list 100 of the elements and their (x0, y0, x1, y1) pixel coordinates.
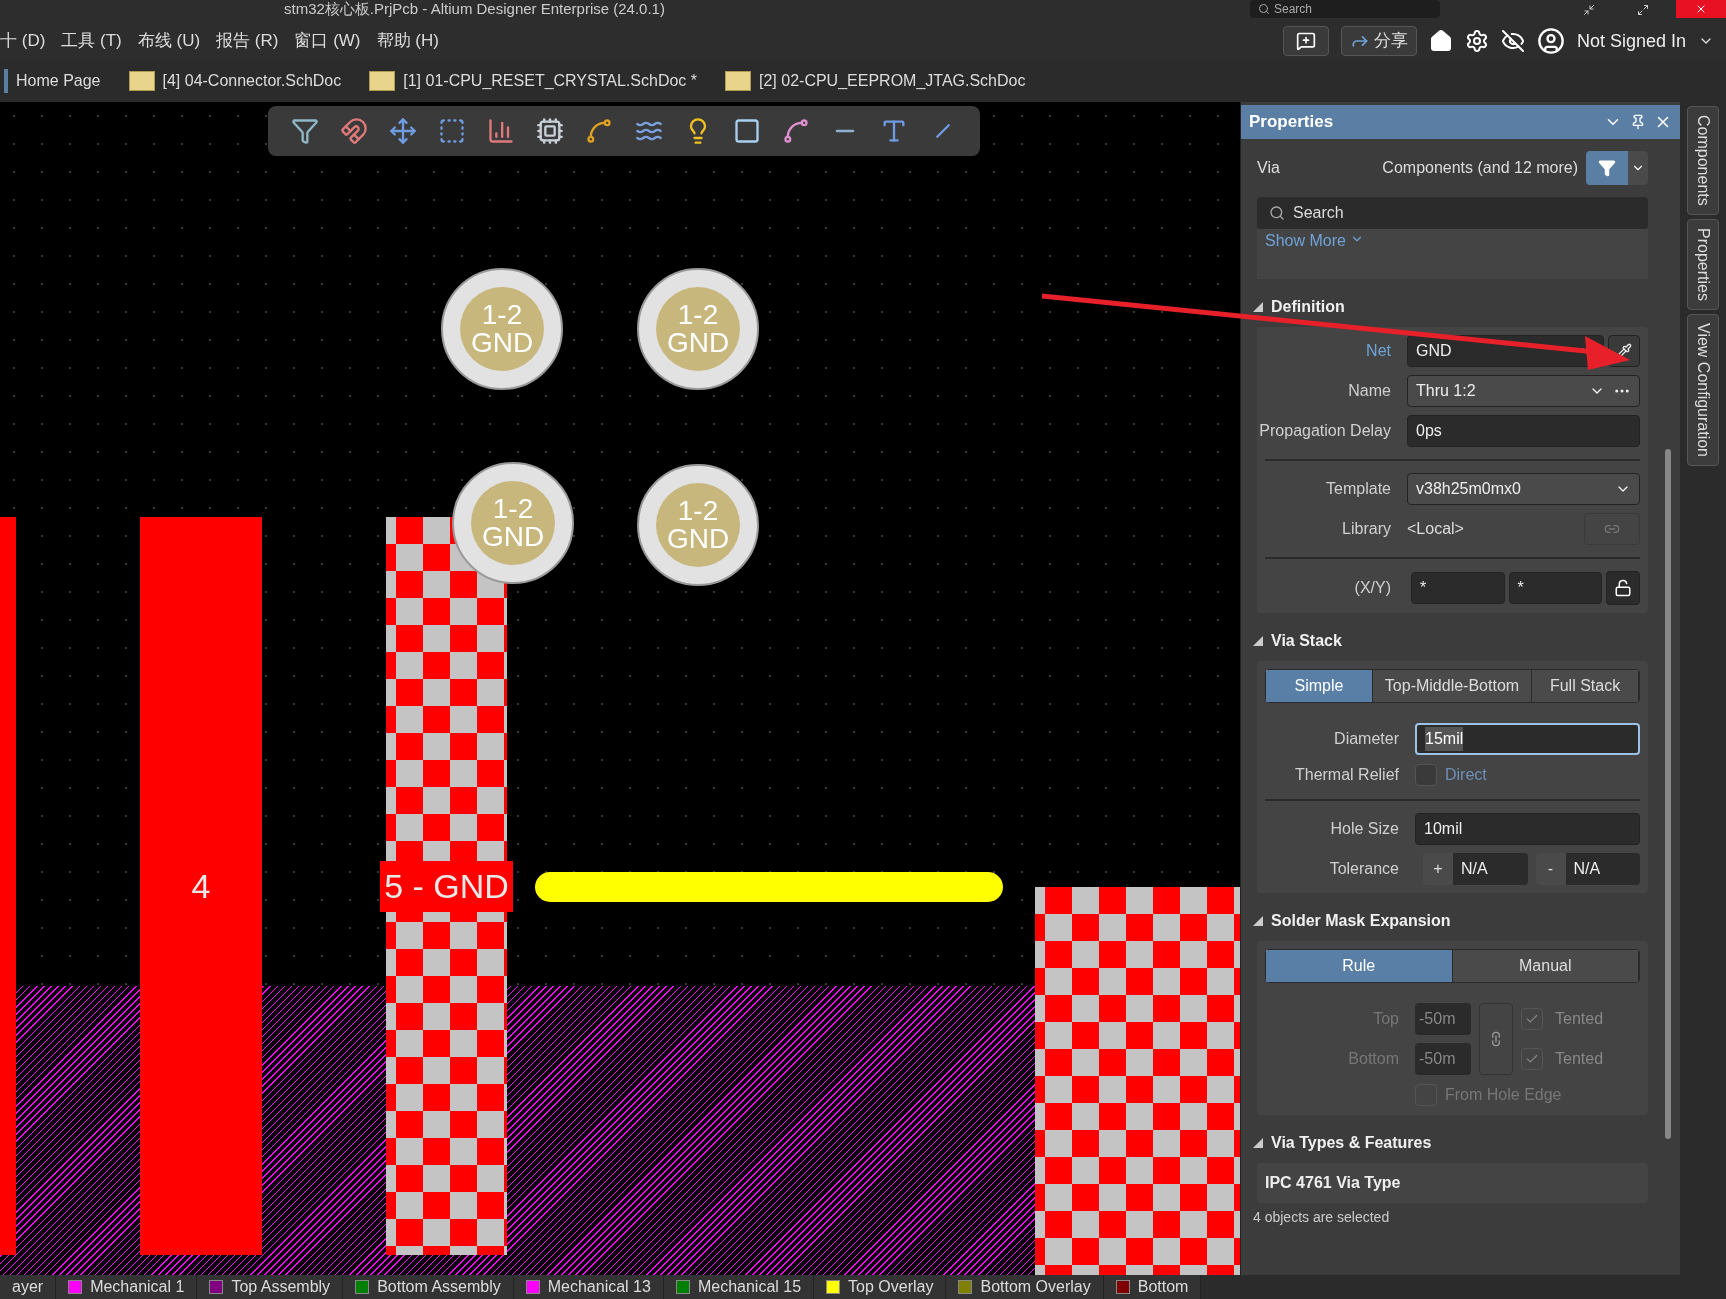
tented-label: Tented (1555, 1009, 1604, 1029)
menu-item[interactable]: 十 (D) (0, 28, 46, 54)
layer-tab[interactable]: Top Overlay (814, 1275, 947, 1299)
field-label: Net (1366, 342, 1391, 359)
layer-tab[interactable]: Mechanical 13 (513, 1275, 664, 1299)
field-label: IPC 4761 Via Type (1265, 1174, 1401, 1191)
template-dropdown[interactable]: v38h25m0mx0 (1407, 473, 1640, 505)
filter-button[interactable] (1586, 151, 1628, 185)
link-values-button[interactable] (1479, 1003, 1513, 1075)
expansion-field[interactable]: -50m (1415, 1003, 1471, 1035)
field-label: (X/Y) (1354, 579, 1391, 596)
name-dropdown[interactable]: Thru 1:2 (1407, 375, 1640, 407)
hole-size-field[interactable]: 10mil (1415, 813, 1640, 845)
menu-item[interactable]: 窗口 (W) (294, 28, 361, 54)
select-rectangle-icon[interactable] (438, 117, 466, 145)
document-tab[interactable]: [2] 02-CPU_EEPROM_JTAG.SchDoc (721, 60, 1030, 102)
pad-label: 4 (190, 865, 212, 907)
field-label: Library (1342, 520, 1391, 537)
document-icon (369, 71, 396, 91)
mode-tab[interactable]: Manual (1452, 950, 1639, 982)
maximize-icon[interactable] (1637, 4, 1649, 16)
field-label: Name (1348, 382, 1391, 399)
mode-tab[interactable]: Full Stack (1532, 670, 1639, 702)
lock-icon (1614, 579, 1632, 597)
layer-tab[interactable]: ayer (0, 1275, 57, 1299)
via-span-label: 1-2 (677, 497, 719, 525)
menu-item[interactable]: 布线 (U) (137, 28, 201, 54)
diameter-field[interactable]: 15mil (1415, 723, 1640, 755)
menu-item[interactable]: 报告 (R) (216, 28, 279, 54)
field-label: Propagation Delay (1259, 422, 1391, 439)
user-avatar-icon[interactable] (1536, 27, 1565, 55)
tented-checkbox[interactable] (1521, 1008, 1543, 1030)
show-more-link[interactable]: Show More (1265, 229, 1346, 253)
field-label: Tolerance (1329, 860, 1399, 877)
move-icon[interactable] (388, 117, 417, 145)
via-span-label: 1-2 (481, 301, 523, 329)
section-heading[interactable]: Definition (1271, 295, 1345, 319)
panel-title: Properties (1249, 111, 1335, 134)
layer-tab[interactable]: Bottom (1103, 1275, 1202, 1299)
menu-item[interactable]: 帮助 (H) (376, 28, 439, 54)
pin-icon[interactable] (1630, 114, 1646, 130)
filter-summary: Components (and 12 more) (1382, 158, 1578, 178)
filter-dropdown[interactable] (1628, 151, 1648, 185)
expansion-field[interactable]: -50m (1415, 1043, 1471, 1075)
delay-field[interactable]: 0ps (1407, 415, 1640, 447)
tented-checkbox[interactable] (1521, 1048, 1543, 1070)
collapse-toggle-icon[interactable] (1253, 1138, 1263, 1148)
document-tab[interactable]: [4] 04-Connector.SchDoc (124, 60, 346, 102)
layer-tab[interactable]: Bottom Assembly (343, 1275, 514, 1299)
magnet-icon[interactable] (339, 117, 368, 145)
collapse-toggle-icon[interactable] (1253, 302, 1263, 312)
side-panel-tab[interactable]: Components (1687, 106, 1719, 215)
layer-tab[interactable]: Mechanical 1 (56, 1275, 198, 1299)
line-tool-icon[interactable] (781, 117, 810, 145)
share-button[interactable]: 分享 (1340, 26, 1417, 56)
mode-tab[interactable]: Rule (1266, 950, 1453, 982)
document-icon (128, 71, 155, 91)
global-search-field[interactable]: Search (1250, 0, 1440, 18)
filter-icon[interactable] (290, 117, 319, 145)
x-field[interactable]: * (1411, 572, 1505, 604)
mode-tab[interactable]: Top-Middle-Bottom (1372, 670, 1533, 702)
hidden-icon[interactable] (1500, 29, 1525, 53)
collapse-toggle-icon[interactable] (1253, 916, 1263, 926)
library-value: <Local> (1407, 519, 1465, 539)
menu-item[interactable]: 工具 (T) (61, 28, 122, 54)
side-panel-tab[interactable]: Properties (1687, 218, 1719, 310)
search-icon (1269, 205, 1285, 221)
scrollbar-thumb[interactable] (1665, 449, 1671, 1139)
comment-button[interactable] (1282, 26, 1329, 56)
route-icon[interactable] (585, 117, 614, 145)
thermal-checkbox[interactable] (1415, 764, 1437, 786)
section-heading[interactable]: Via Stack (1271, 629, 1342, 653)
lock-button[interactable] (1606, 571, 1640, 605)
window-title: stm32核心板.PrjPcb - Altium Designer Enterprise (24.0.1) (284, 0, 665, 19)
user-status[interactable]: Not Signed In (1576, 27, 1686, 55)
document-tab[interactable]: Home Page (0, 60, 105, 102)
section-heading[interactable]: Solder Mask Expansion (1271, 909, 1451, 933)
home-icon[interactable] (1428, 29, 1453, 53)
via-span-label: 1-2 (677, 301, 719, 329)
settings-icon[interactable] (1464, 29, 1489, 53)
minimize-icon[interactable] (1583, 4, 1595, 16)
document-tab[interactable]: [1] 01-CPU_RESET_CRYSTAL.SchDoc * (365, 60, 701, 102)
field-label: Hole Size (1330, 820, 1399, 837)
layer-tab[interactable]: Mechanical 15 (663, 1275, 815, 1299)
side-panel-tab[interactable]: View Configuration (1687, 313, 1719, 466)
y-field[interactable]: * (1508, 572, 1602, 604)
chip-icon[interactable] (536, 117, 565, 145)
check-icon (1525, 1012, 1539, 1026)
pad-label: 5 - GND (380, 860, 513, 912)
field-label: Thermal Relief (1294, 766, 1399, 783)
section-heading[interactable]: Via Types & Features (1271, 1131, 1432, 1155)
via-net-label: GND (666, 525, 730, 553)
layer-tab[interactable]: Top Assembly (197, 1275, 344, 1299)
selection-status: 4 objects are selected (1252, 1208, 1391, 1227)
document-icon (725, 71, 751, 91)
layer-tab[interactable]: Bottom Overlay (946, 1275, 1104, 1299)
mode-tab[interactable]: Simple (1266, 670, 1373, 702)
search-field[interactable]: Search (1257, 197, 1648, 229)
collapse-toggle-icon[interactable] (1253, 636, 1263, 646)
fill-icon[interactable] (732, 117, 761, 145)
